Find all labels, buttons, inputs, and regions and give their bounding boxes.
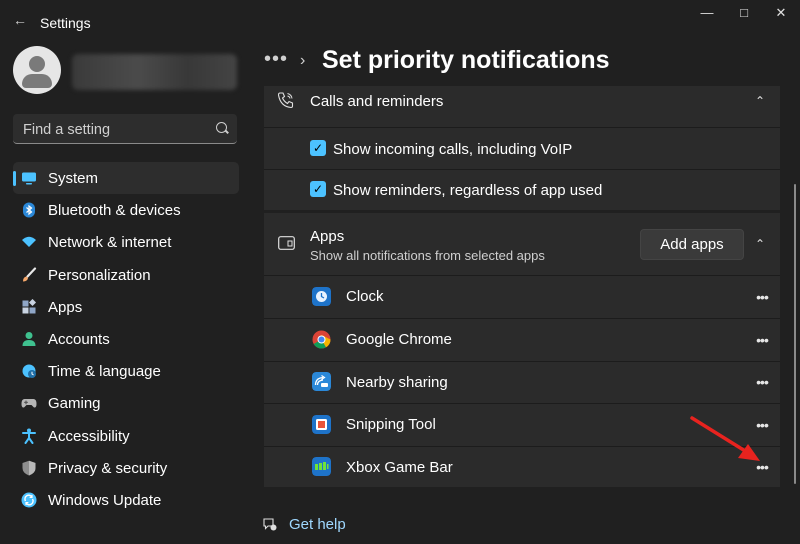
- sidebar-item-label: System: [48, 170, 99, 187]
- back-arrow-icon[interactable]: ←: [10, 10, 30, 30]
- maximize-icon[interactable]: □: [725, 4, 763, 22]
- accessibility-icon: [22, 428, 36, 444]
- title-bar: ← Settings — □ ✕: [0, 0, 800, 40]
- option-label: Show reminders, regardless of app used: [333, 182, 603, 199]
- sidebar-item-personalization[interactable]: Personalization: [13, 259, 239, 291]
- option-row-reminders[interactable]: ✓ Show reminders, regardless of app used: [264, 170, 780, 210]
- calls-reminders-title: Calls and reminders: [310, 93, 444, 110]
- sidebar-item-network[interactable]: Network & internet: [13, 226, 239, 258]
- close-icon[interactable]: ✕: [762, 4, 800, 22]
- apps-subtitle: Show all notifications from selected app…: [310, 248, 545, 263]
- app-name: Nearby sharing: [346, 374, 448, 391]
- sidebar-item-label: Accounts: [48, 330, 110, 348]
- shield-icon: [22, 460, 36, 476]
- snipping-tool-icon: [312, 415, 331, 434]
- brush-icon: [23, 266, 37, 282]
- avatar-body: [22, 74, 52, 88]
- sidebar-item-time-language[interactable]: Time & language: [13, 355, 239, 387]
- chrome-icon: [312, 330, 331, 349]
- reminders-checkbox[interactable]: ✓: [310, 181, 326, 197]
- sidebar-item-privacy[interactable]: Privacy & security: [13, 452, 239, 484]
- update-icon: [21, 492, 37, 508]
- search-box[interactable]: [13, 114, 237, 144]
- globe-icon: [22, 364, 36, 379]
- chevron-right-icon: ›: [300, 52, 306, 69]
- apps-title: Apps: [310, 228, 345, 245]
- minimize-icon[interactable]: —: [688, 4, 726, 22]
- settings-window: ← Settings — □ ✕ System Bluetooth & devi: [0, 0, 800, 544]
- sidebar-item-label: Time & language: [48, 363, 161, 381]
- calls-checkbox[interactable]: ✓: [310, 140, 326, 156]
- sidebar-item-label: Gaming: [48, 395, 101, 413]
- avatar-head: [29, 56, 45, 72]
- annotation-arrow: [690, 416, 760, 461]
- page-title: Set priority notifications: [322, 46, 610, 74]
- search-input[interactable]: [21, 119, 215, 141]
- sidebar-item-label: Windows Update: [48, 491, 162, 509]
- gamepad-icon: [21, 399, 37, 408]
- xbox-game-bar-icon: [312, 457, 331, 476]
- sidebar-item-bluetooth[interactable]: Bluetooth & devices: [13, 194, 239, 226]
- sidebar-nav: System Bluetooth & devices Network & int…: [13, 162, 239, 516]
- sidebar-item-accessibility[interactable]: Accessibility: [13, 420, 239, 452]
- app-name: Google Chrome: [346, 331, 452, 348]
- app-row[interactable]: Google Chrome: [264, 319, 780, 361]
- sidebar-item-system[interactable]: System: [13, 162, 239, 195]
- wifi-icon: [22, 237, 36, 248]
- more-options-icon[interactable]: •••: [752, 333, 772, 347]
- breadcrumb-overflow[interactable]: •••: [264, 48, 288, 71]
- blurred-account-info: [72, 54, 237, 90]
- phone-icon: [277, 92, 294, 109]
- window-title: Settings: [40, 15, 91, 31]
- option-row-calls[interactable]: ✓ Show incoming calls, including VoIP: [264, 128, 780, 169]
- chevron-up-icon[interactable]: ⌃: [755, 95, 765, 107]
- get-help-link[interactable]: Get help: [289, 516, 346, 533]
- app-name: Xbox Game Bar: [346, 459, 453, 476]
- option-label: Show incoming calls, including VoIP: [333, 141, 573, 158]
- more-options-icon[interactable]: •••: [752, 290, 772, 304]
- sidebar-item-label: Personalization: [48, 266, 151, 284]
- clock-icon: [312, 287, 331, 306]
- sidebar-item-label: Apps: [48, 298, 83, 316]
- avatar[interactable]: [13, 46, 61, 94]
- accounts-icon: [22, 331, 36, 346]
- sidebar-item-label: Accessibility: [48, 427, 130, 445]
- calls-reminders-header[interactable]: Calls and reminders ⌃: [264, 86, 780, 127]
- scrollbar[interactable]: [794, 184, 796, 484]
- sidebar-item-label: Network & internet: [48, 234, 172, 252]
- more-options-icon[interactable]: •••: [752, 375, 772, 389]
- app-row[interactable]: Clock: [264, 276, 780, 318]
- app-row[interactable]: Nearby sharing: [264, 362, 780, 403]
- bluetooth-icon: [23, 202, 35, 218]
- sidebar-item-label: Privacy & security: [48, 459, 168, 477]
- app-name: Snipping Tool: [346, 416, 436, 433]
- chevron-up-icon[interactable]: ⌃: [755, 238, 765, 250]
- search-icon[interactable]: [216, 122, 227, 133]
- sidebar-item-windows-update[interactable]: Windows Update: [13, 484, 239, 516]
- app-window-icon: [278, 236, 295, 250]
- sidebar-item-gaming[interactable]: Gaming: [13, 387, 239, 419]
- app-name: Clock: [346, 288, 384, 305]
- apps-icon: [22, 298, 37, 314]
- help-icon: [263, 518, 277, 531]
- add-apps-button[interactable]: Add apps: [640, 229, 744, 260]
- system-icon: [22, 172, 36, 185]
- sidebar-item-apps[interactable]: Apps: [13, 291, 239, 323]
- sidebar-item-label: Bluetooth & devices: [48, 202, 181, 220]
- sidebar-item-accounts[interactable]: Accounts: [13, 323, 239, 355]
- nearby-sharing-icon: [312, 372, 331, 391]
